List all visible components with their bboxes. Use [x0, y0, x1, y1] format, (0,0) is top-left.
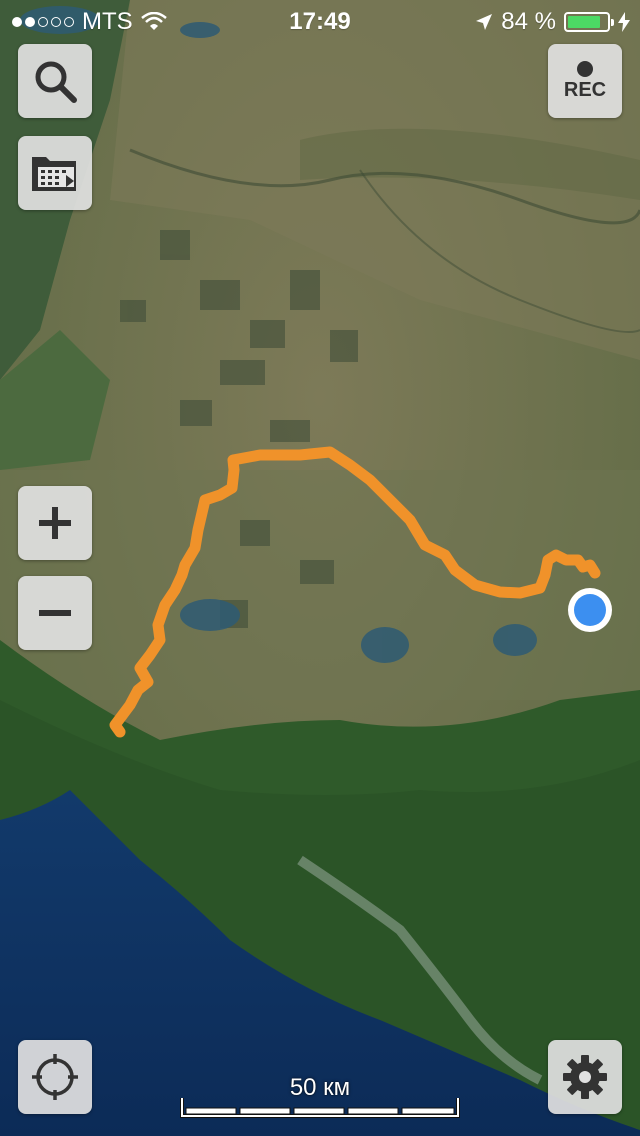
battery-percent: 84 %: [501, 8, 556, 35]
plus-icon: [39, 507, 71, 539]
location-arrow-icon: [476, 14, 493, 30]
satellite-map[interactable]: [0, 0, 640, 1136]
battery-icon: [564, 12, 614, 32]
crosshair-icon: [32, 1054, 78, 1100]
map-scale: 50 км: [180, 1074, 460, 1120]
folder-export-icon: [32, 157, 76, 191]
scale-bar: [180, 1098, 460, 1118]
search-button[interactable]: [18, 44, 92, 118]
record-dot-icon: [576, 60, 593, 77]
record-label: REC: [563, 78, 607, 101]
search-icon: [35, 61, 77, 103]
status-bar: MTS 17:49 84 %: [0, 0, 640, 40]
current-location-dot: [574, 594, 606, 626]
minus-icon: [39, 610, 71, 616]
zoom-in-button[interactable]: [18, 486, 92, 560]
gear-icon: [563, 1055, 607, 1099]
zoom-out-button[interactable]: [18, 576, 92, 650]
tracks-folder-button[interactable]: [18, 136, 92, 210]
record-button[interactable]: REC: [548, 44, 622, 118]
locate-me-button[interactable]: [18, 1040, 92, 1114]
charging-icon: [618, 12, 630, 32]
settings-button[interactable]: [548, 1040, 622, 1114]
